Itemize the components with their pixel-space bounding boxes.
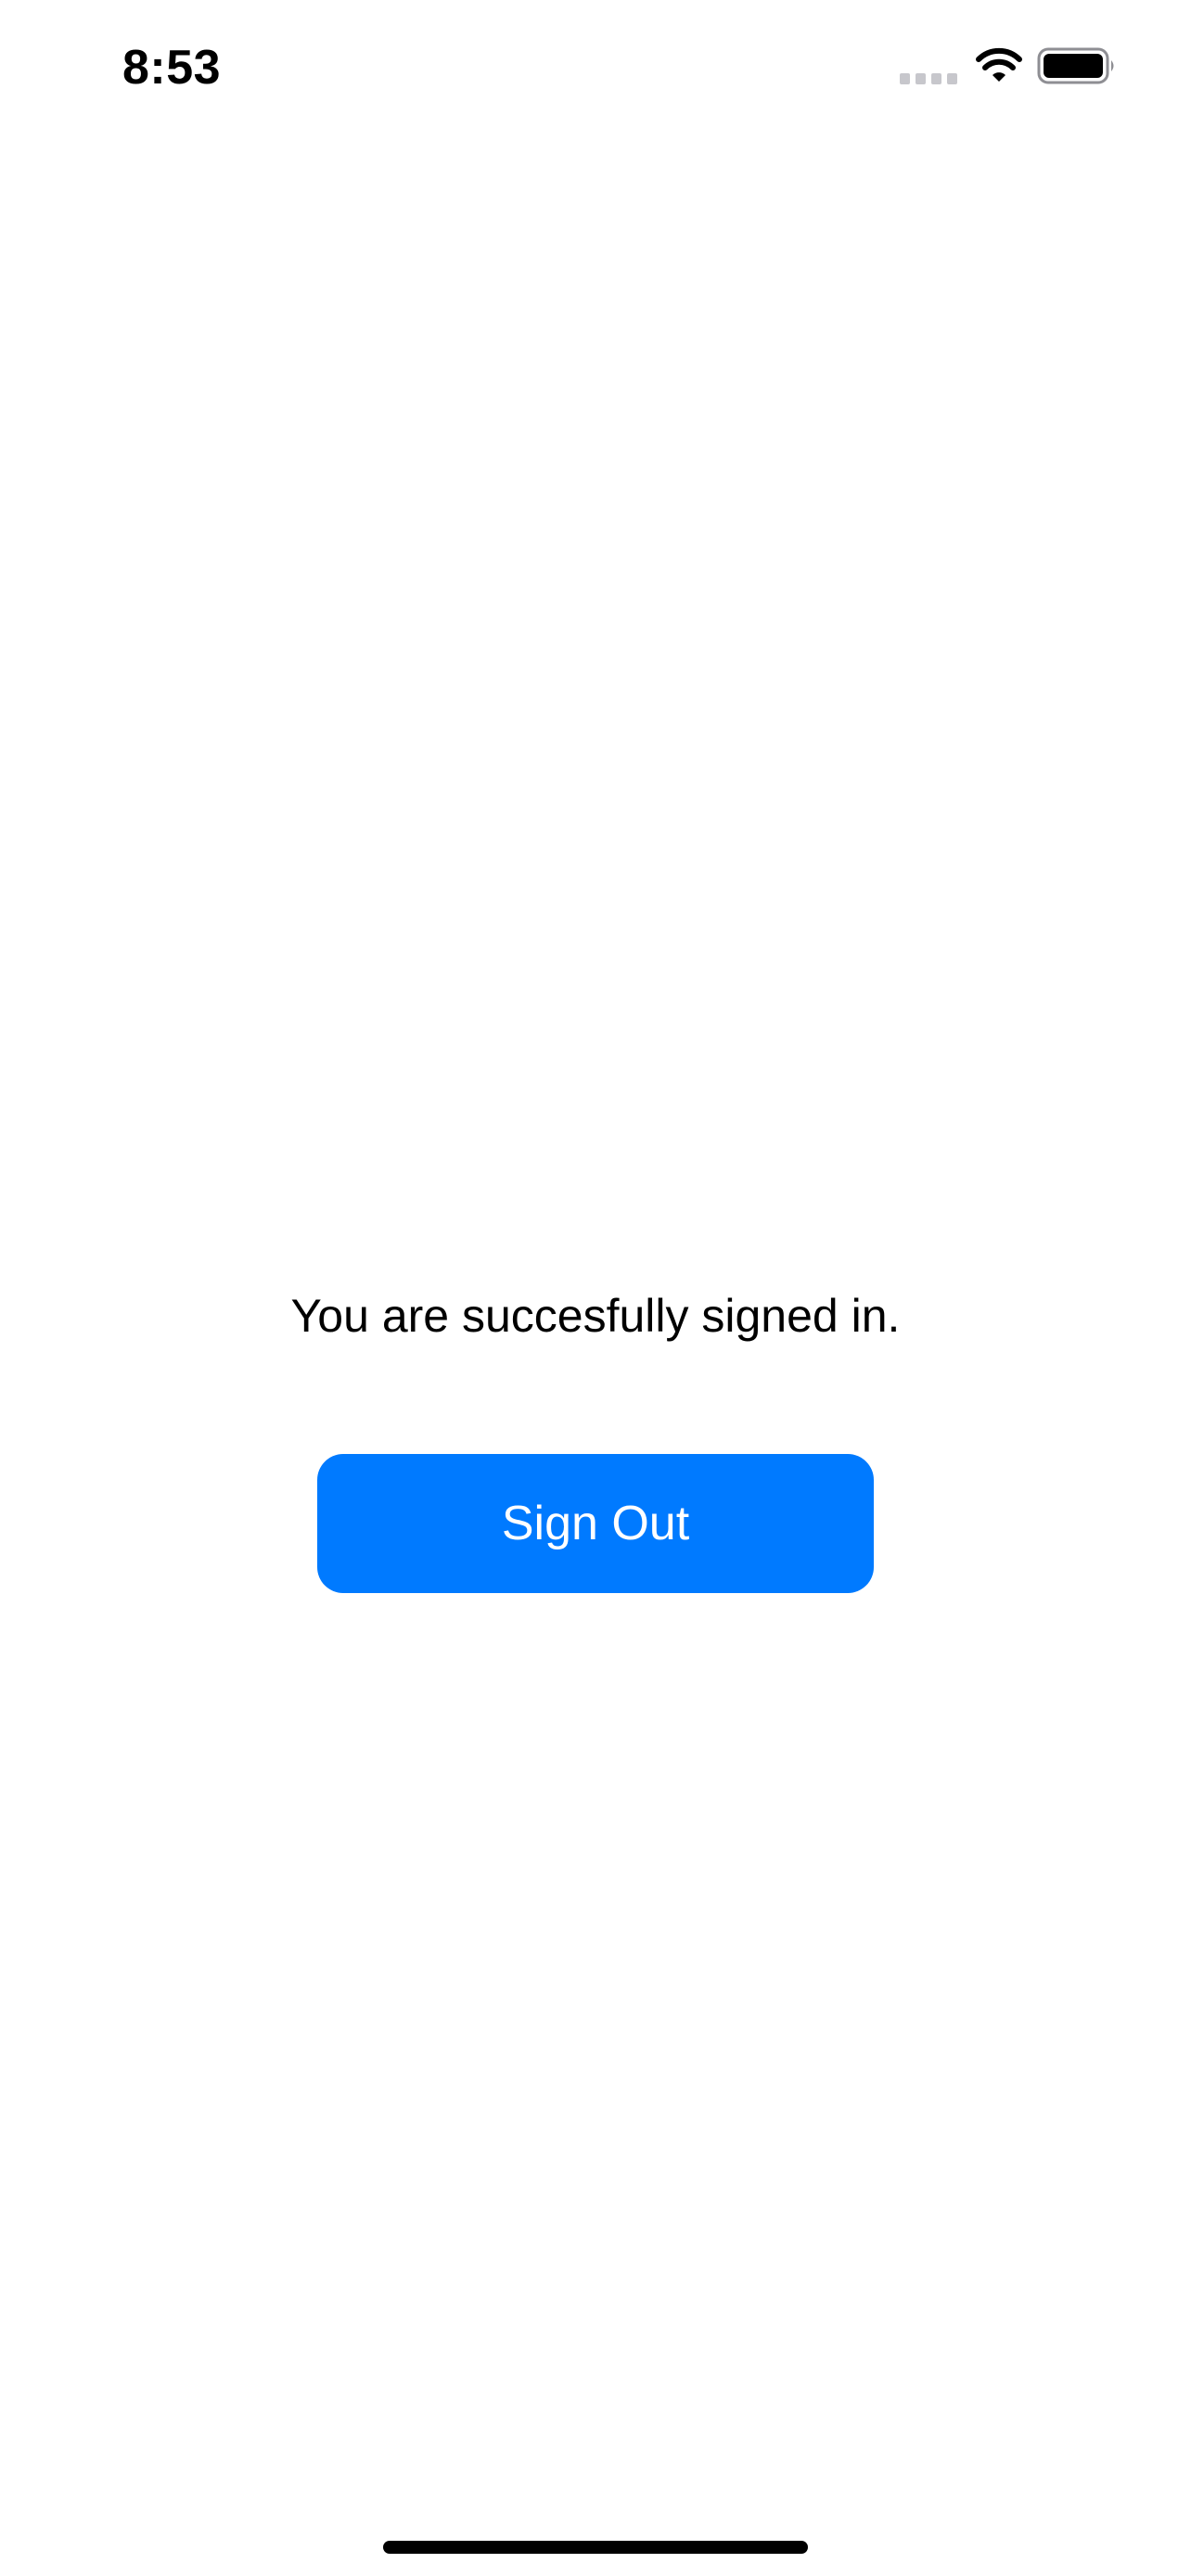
home-indicator[interactable] [383,2541,808,2554]
signal-icon [900,73,957,84]
status-time: 8:53 [122,41,222,95]
battery-icon [1037,47,1114,84]
status-bar: 8:53 [0,0,1191,139]
sign-out-button[interactable]: Sign Out [317,1454,874,1593]
signed-in-message: You are succesfully signed in. [290,1290,901,1342]
wifi-icon [976,47,1022,82]
